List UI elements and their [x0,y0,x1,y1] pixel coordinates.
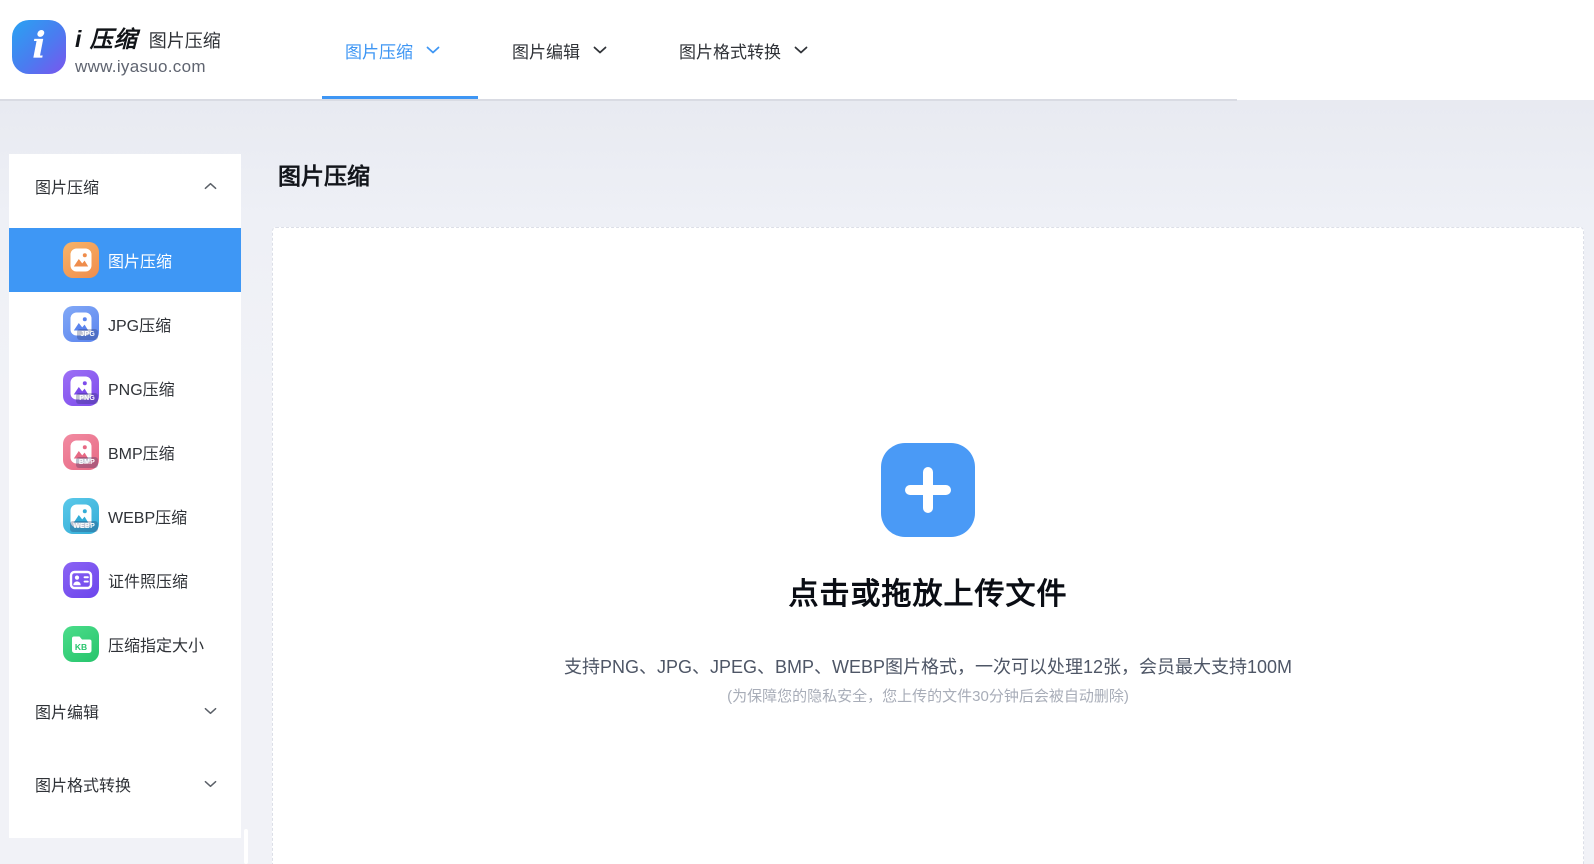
header-shadow-line [0,99,1237,101]
brand-domain: www.iyasuo.com [75,57,221,77]
logo-text: i 压缩 图片压缩 www.iyasuo.com [75,20,221,77]
sidebar-item-id-photo-compress[interactable]: 证件照压缩 [9,548,241,612]
plus-icon[interactable] [881,443,975,537]
chevron-up-icon [204,182,217,190]
sidebar-group-image-edit[interactable]: 图片编辑 [9,679,241,743]
chevron-down-icon [204,780,217,788]
nav-item-label: 图片格式转换 [679,38,781,63]
kb-badge-text: KB [75,642,87,652]
sidebar-group-label: 图片压缩 [35,174,99,198]
format-badge: WEBP [70,521,98,532]
format-badge: PNG [76,393,98,404]
jpg-compress-icon: JPG [63,306,99,342]
png-compress-icon: PNG [63,370,99,406]
chevron-down-icon [204,707,217,715]
nav-item-label: 图片编辑 [512,38,580,63]
sidebar: 图片压缩 图片压缩 JPG JPG压缩 [9,154,241,838]
sidebar-item-label: BMP压缩 [108,440,175,464]
sidebar-scrollbar-thumb[interactable] [244,829,248,864]
sidebar-item-webp-compress[interactable]: WEBP WEBP压缩 [9,484,241,548]
sidebar-item-label: 压缩指定大小 [108,632,204,656]
page-title: 图片压缩 [278,157,370,191]
plus-bar-vertical [923,467,933,513]
chevron-down-icon [593,46,607,54]
top-header: i i 压缩 图片压缩 www.iyasuo.com 图片压缩 图片编辑 图片格… [0,0,1594,100]
sidebar-group-label: 图片编辑 [35,699,99,723]
upload-privacy-note: (为保障您的隐私安全，您上传的文件30分钟后会被自动删除) [273,685,1583,706]
webp-compress-icon: WEBP [63,498,99,534]
sidebar-item-label: PNG压缩 [108,376,175,400]
bmp-compress-icon: BMP [63,434,99,470]
sidebar-item-jpg-compress[interactable]: JPG JPG压缩 [9,292,241,356]
kb-folder-icon: KB [63,626,99,662]
upload-support-text: 支持PNG、JPG、JPEG、BMP、WEBP图片格式，一次可以处理12张，会员… [273,653,1583,679]
logo[interactable]: i i 压缩 图片压缩 www.iyasuo.com [12,20,221,77]
logo-glyph: i [32,28,46,64]
sidebar-group-label: 图片格式转换 [35,772,131,796]
sidebar-item-compress-to-size[interactable]: KB 压缩指定大小 [9,612,241,676]
brand-name: i 压缩 [75,20,138,54]
sidebar-group-format-convert[interactable]: 图片格式转换 [9,752,241,816]
sidebar-item-bmp-compress[interactable]: BMP BMP压缩 [9,420,241,484]
nav-item-label: 图片压缩 [345,38,413,63]
brand-logo-icon: i [12,20,66,74]
sidebar-item-label: 图片压缩 [108,248,172,272]
nav-item-image-compress[interactable]: 图片压缩 [345,38,440,63]
sidebar-item-image-compress[interactable]: 图片压缩 [9,228,241,292]
sidebar-item-png-compress[interactable]: PNG PNG压缩 [9,356,241,420]
nav-item-format-convert[interactable]: 图片格式转换 [679,38,808,63]
image-compress-icon [63,242,99,278]
sidebar-item-label: JPG压缩 [108,312,171,336]
sidebar-item-label: WEBP压缩 [108,504,187,528]
sidebar-group-image-compress[interactable]: 图片压缩 [9,154,241,218]
format-badge: JPG [77,329,98,340]
chevron-down-icon [426,46,440,54]
format-badge: BMP [76,457,98,468]
id-photo-icon [63,562,99,598]
nav-item-image-edit[interactable]: 图片编辑 [512,38,607,63]
upload-headline: 点击或拖放上传文件 [273,569,1583,613]
sidebar-item-label: 证件照压缩 [108,568,188,592]
top-nav: 图片压缩 图片编辑 图片格式转换 [345,0,808,100]
brand-subtitle: 图片压缩 [149,27,221,53]
upload-dropzone[interactable]: 点击或拖放上传文件 支持PNG、JPG、JPEG、BMP、WEBP图片格式，一次… [272,227,1584,864]
chevron-down-icon [794,46,808,54]
